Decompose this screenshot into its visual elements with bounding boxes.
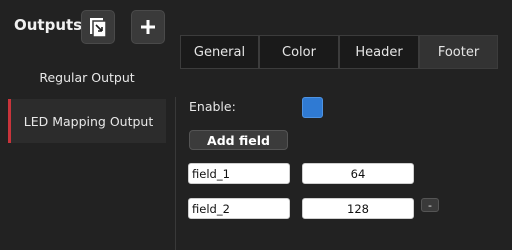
settings-tabs: General Color Header Footer — [180, 35, 498, 69]
outputs-header: Outputs — [0, 0, 175, 50]
output-list: Regular Output LED Mapping Output — [0, 55, 175, 250]
field-value-input[interactable] — [302, 198, 414, 219]
add-field-button[interactable]: Add field — [189, 130, 288, 150]
sidebar-item-regular-output[interactable]: Regular Output — [8, 55, 166, 99]
panel-divider — [175, 97, 176, 250]
field-name-input[interactable] — [188, 163, 290, 184]
remove-field-button[interactable]: - — [421, 198, 439, 212]
sidebar-item-label: Regular Output — [39, 69, 135, 85]
field-value-input[interactable] — [302, 163, 414, 184]
sidebar-item-led-mapping-output[interactable]: LED Mapping Output — [8, 99, 166, 143]
panel-title: Outputs — [14, 16, 83, 34]
tab-footer[interactable]: Footer — [419, 35, 498, 69]
tab-color[interactable]: Color — [259, 35, 339, 69]
duplicate-output-icon — [90, 18, 107, 38]
duplicate-output-button[interactable] — [81, 10, 115, 44]
plus-icon — [141, 20, 155, 34]
tab-header[interactable]: Header — [339, 35, 419, 69]
enable-checkbox[interactable] — [302, 97, 323, 118]
enable-label: Enable: — [189, 99, 236, 114]
add-output-button[interactable] — [131, 10, 165, 44]
field-name-input[interactable] — [188, 198, 290, 219]
sidebar-item-label: LED Mapping Output — [23, 113, 154, 129]
tab-general[interactable]: General — [180, 35, 259, 69]
